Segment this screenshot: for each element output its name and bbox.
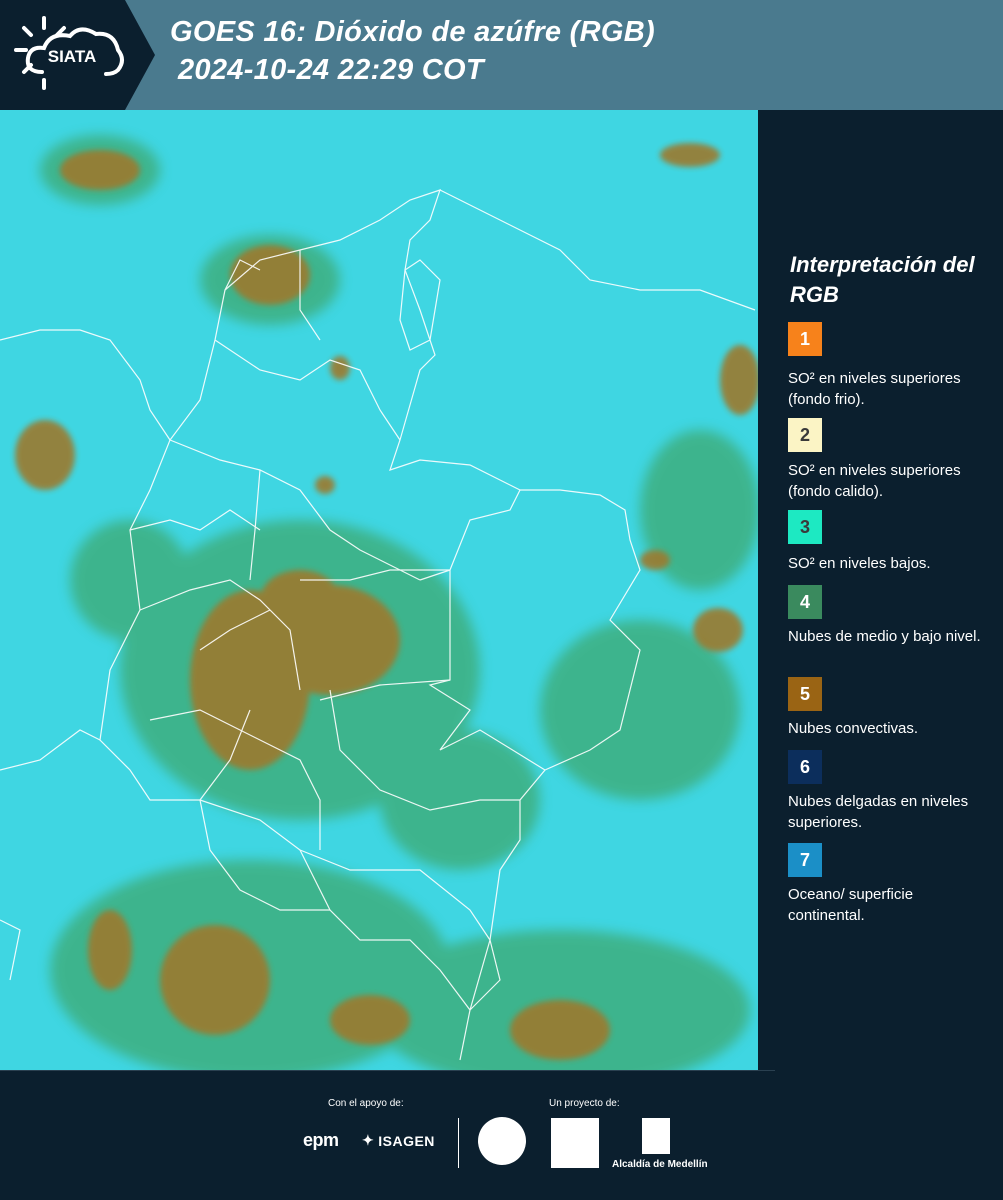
alcaldia-label: Alcaldía de Medellín bbox=[612, 1159, 708, 1170]
legend-title: Interpretación del RGB bbox=[790, 252, 975, 307]
legend-number-4: 4 bbox=[799, 591, 810, 612]
footer: Con el apoyo de: Un proyecto de: epm ✦ I… bbox=[0, 1070, 1003, 1200]
footer-divider bbox=[0, 1070, 775, 1071]
legend-number-3: 3 bbox=[799, 516, 810, 537]
legend-number-7: 7 bbox=[799, 849, 810, 870]
legend-swatch-4: 4 bbox=[788, 585, 822, 619]
legend-swatch-6: 6 bbox=[788, 750, 822, 784]
legend-number-2: 2 bbox=[799, 424, 810, 445]
legend-swatch-5: 5 bbox=[788, 677, 822, 711]
legend-label-6: Nubes delgadas en niveles superiores. bbox=[788, 793, 969, 831]
legend-label-4: Nubes de medio y bajo nivel. bbox=[788, 628, 981, 645]
legend-label-3: SO² en niveles bajos. bbox=[788, 555, 931, 572]
isagen-icon: ✦ bbox=[362, 1132, 375, 1148]
alcaldia-shield-logo bbox=[642, 1118, 670, 1154]
satellite-map bbox=[0, 110, 758, 1070]
legend-number-6: 6 bbox=[799, 756, 810, 777]
legend-label-5: Nubes convectivas. bbox=[788, 720, 919, 737]
project-label: Un proyecto de: bbox=[549, 1098, 620, 1109]
header-bar: SIATA GOES 16: Dióxido de azúfre (RGB) 2… bbox=[0, 0, 1003, 110]
legend-swatch-1: 1 bbox=[788, 322, 822, 356]
area-metropolitana-logo bbox=[551, 1118, 599, 1168]
map-canvas bbox=[0, 110, 758, 1070]
legend-swatch-3: 3 bbox=[788, 510, 822, 544]
legend-number-5: 5 bbox=[799, 683, 810, 704]
svg-text:SIATA: SIATA bbox=[48, 47, 96, 66]
legend-label-7: Oceano/ superficie continental. bbox=[788, 886, 914, 924]
siata-logo: SIATA bbox=[14, 16, 124, 90]
legend-swatch-7: 7 bbox=[788, 843, 822, 877]
legend-swatch-2: 2 bbox=[788, 418, 822, 452]
title-line-1: GOES 16: Dióxido de azúfre (RGB) bbox=[170, 16, 655, 48]
legend-number-1: 1 bbox=[799, 328, 810, 349]
support-label: Con el apoyo de: bbox=[328, 1098, 404, 1109]
legend-label-2: SO² en niveles superiores (fondo calido)… bbox=[788, 462, 961, 500]
footer-vertical-divider bbox=[458, 1118, 459, 1168]
legend-label-1: SO² en niveles superiores (fondo frio). bbox=[788, 370, 961, 408]
medellin-seal-logo bbox=[478, 1117, 526, 1165]
isagen-logo: ✦ ISAGEN bbox=[362, 1132, 435, 1149]
title-line-2: 2024-10-24 22:29 COT bbox=[178, 54, 484, 86]
isagen-text: ISAGEN bbox=[378, 1132, 435, 1149]
epm-logo: epm bbox=[303, 1130, 339, 1150]
